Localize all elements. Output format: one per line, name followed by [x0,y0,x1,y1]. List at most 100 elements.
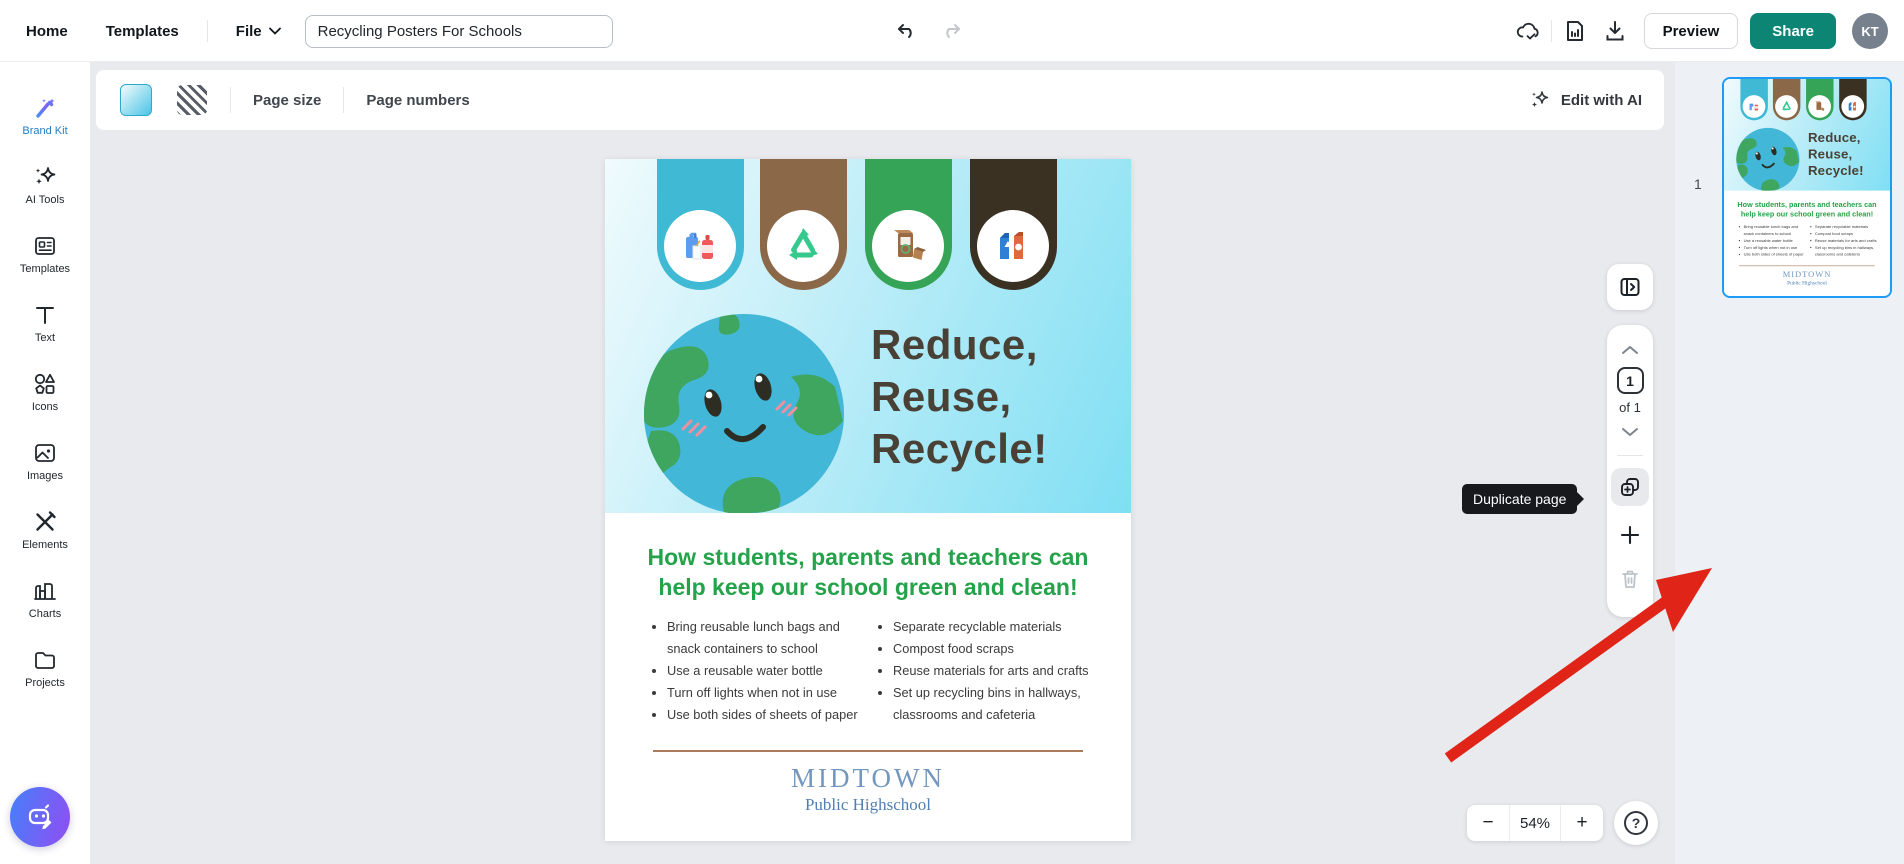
poster-bullet-columns[interactable]: Bring reusable lunch bags and snack cont… [651,616,1103,726]
expand-panel-icon [1619,276,1641,298]
logo-title: MIDTOWN [605,763,1131,794]
recycling-bin-plastic[interactable] [657,159,744,290]
sidebar-item-templates[interactable]: Templates [0,222,90,285]
poster-heading-line: How students, parents and teachers can [605,542,1131,572]
pages-panel: 1 [1674,62,1904,864]
insights-button[interactable] [1562,18,1588,44]
sidebar-item-brand-kit[interactable]: Brand Kit [0,84,90,147]
home-button[interactable]: Home [26,15,68,48]
recycle-arrows-icon [782,225,824,267]
sidebar-item-projects[interactable]: Projects [0,636,90,699]
earth-character[interactable] [641,311,847,517]
current-page-indicator[interactable]: 1 [1617,367,1644,394]
edit-with-ai-button[interactable]: Edit with AI [1529,89,1642,111]
duplicate-page-tooltip: Duplicate page [1462,484,1577,514]
zoom-level-value[interactable]: 54% [1509,805,1561,841]
toolbar-divider [343,87,344,113]
header-divider [1551,20,1552,42]
zoom-in-button[interactable]: + [1561,805,1603,841]
design-page[interactable]: Reduce, Reuse, Recycle! How students, pa… [605,159,1131,841]
bullet-item: Reuse materials for arts and crafts [893,660,1103,682]
poster-body[interactable]: How students, parents and teachers can h… [605,513,1131,841]
ai-assistant-button[interactable] [10,787,70,847]
school-logo[interactable]: MIDTOWN Public Highschool [605,763,1131,815]
cartons-icon [992,225,1034,267]
avatar[interactable]: KT [1852,13,1888,49]
cardboard-boxes-icon [887,225,929,267]
page-numbers-button[interactable]: Page numbers [366,92,469,109]
cardboard-boxes-icon [1813,100,1826,113]
undo-button[interactable] [893,18,919,44]
bullet-item: Set up recycling bins in hallways, class… [893,682,1103,726]
templates-button[interactable]: Templates [106,15,179,48]
bullet-item: Use both sides of sheets of paper [667,704,863,726]
cloud-save-button[interactable] [1515,18,1541,44]
recycling-bin-cardboard[interactable] [865,159,952,290]
poster-title-line: Reuse, [871,371,1048,423]
chevron-down-icon [1621,427,1639,437]
bullet-item: Turn off lights when not in use [667,682,863,704]
bullet-item: Separate recyclable materials [893,616,1103,638]
file-menu-label: File [236,23,262,40]
sidebar-item-icons[interactable]: Icons [0,360,90,423]
background-color-swatch[interactable] [120,84,152,116]
sidebar-item-elements[interactable]: Elements [0,498,90,561]
recycling-bin-cartons[interactable] [970,159,1057,290]
poster-bullets-left: Bring reusable lunch bags and snack cont… [651,616,863,726]
recycle-arrows-icon [1780,100,1793,113]
logo-subtitle: Public Highschool [605,795,1131,815]
templates-icon [32,233,58,259]
brand-kit-icon [32,95,58,121]
trash-icon [1619,568,1641,590]
zoom-out-button[interactable]: − [1467,805,1509,841]
previous-page-button[interactable] [1621,339,1639,361]
page-size-button[interactable]: Page size [253,92,321,109]
undo-icon [895,20,917,42]
sidebar-label: Charts [29,608,61,620]
design-editor: Home Templates File [0,0,1904,864]
design-title-input[interactable] [305,15,613,48]
download-icon [1604,19,1626,43]
context-toolbar: Page size Page numbers Edit with AI [96,70,1664,130]
next-page-button[interactable] [1621,421,1639,443]
share-button[interactable]: Share [1750,13,1836,49]
poster-divider-line[interactable] [653,750,1083,752]
sidebar-label: Text [35,332,55,344]
shapes-icon [32,371,58,397]
download-button[interactable] [1602,18,1628,44]
poster-title-text[interactable]: Reduce, Reuse, Recycle! [871,319,1048,475]
poster-heading-text[interactable]: How students, parents and teachers can h… [605,542,1131,602]
canvas-area: Page size Page numbers Edit with AI [90,62,1674,864]
redo-button[interactable] [939,18,965,44]
cartons-icon [1846,100,1859,113]
sidebar-label: Icons [32,401,58,413]
pattern-swatch[interactable] [176,84,208,116]
sidebar-item-ai-tools[interactable]: AI Tools [0,153,90,216]
zoom-bar: − 54% + [1467,805,1603,841]
sidebar-label: Brand Kit [22,125,67,137]
sidebar-item-text[interactable]: Text [0,291,90,354]
top-bar: Home Templates File [0,0,1904,62]
duplicate-page-button[interactable] [1611,468,1649,506]
sidebar-item-charts[interactable]: Charts [0,567,90,630]
chart-icon [32,578,58,604]
pill-divider [1617,455,1643,456]
elements-icon [32,509,58,535]
preview-button[interactable]: Preview [1644,13,1739,49]
question-mark-icon: ? [1624,811,1648,835]
page-thumbnail[interactable]: Reduce, Reuse, Recycle! How students, pa… [1722,77,1892,298]
help-button[interactable]: ? [1614,801,1658,845]
sidebar-label: AI Tools [26,194,65,206]
file-menu-button[interactable]: File [236,23,281,40]
page-controls-pill: 1 of 1 [1607,325,1653,617]
duplicate-page-icon [1619,476,1641,498]
plus-icon [1618,523,1642,547]
sidebar-item-images[interactable]: Images [0,429,90,492]
recycling-bin-compost[interactable] [760,159,847,290]
delete-page-button[interactable] [1619,564,1641,594]
add-page-button[interactable] [1618,520,1642,550]
poster-background[interactable]: Reduce, Reuse, Recycle! [605,159,1131,513]
plastic-waste-icon [680,226,720,266]
expand-pages-panel-button[interactable] [1607,264,1653,310]
sidebar-label: Projects [25,677,65,689]
